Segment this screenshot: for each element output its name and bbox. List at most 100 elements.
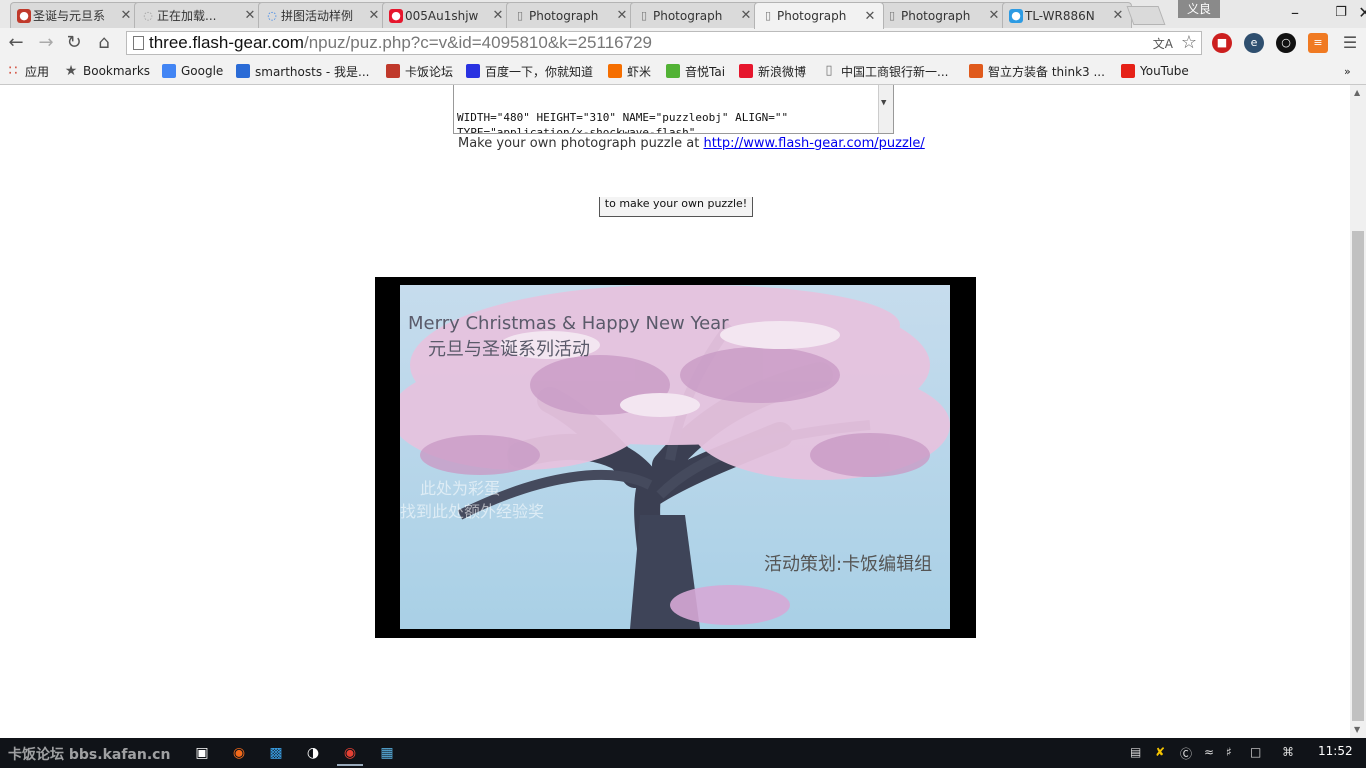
reload-icon[interactable]: ↻ xyxy=(62,31,86,55)
chrome-icon[interactable]: ◉ xyxy=(337,742,363,766)
tray-network-adapter-icon[interactable]: ▤ xyxy=(1130,745,1141,759)
puzzle-image[interactable]: Merry Christmas & Happy New Year 元旦与圣诞系列… xyxy=(400,285,950,629)
scroll-down-icon[interactable]: ▼ xyxy=(881,96,886,111)
media-icon[interactable]: ◑ xyxy=(300,742,326,764)
wifi-icon[interactable]: ≈ xyxy=(1204,745,1214,759)
youtube-icon xyxy=(1121,64,1135,78)
make-puzzle-button[interactable]: to make your own puzzle! xyxy=(599,197,753,217)
extension-ring-icon[interactable]: ○ xyxy=(1276,33,1296,53)
windows-taskbar: 卡饭论坛 bbs.kafan.cn ▣ ◉ ▩ ◑ ◉ ▦ ▤ ✘ Ⓒ ≈ ♯ … xyxy=(0,738,1366,768)
browser-tab[interactable]: ◌ 拼图活动样例 ✕ xyxy=(258,2,388,28)
bookmark-item[interactable]: 百度一下，你就知道 xyxy=(466,62,593,80)
close-tab-icon[interactable]: ✕ xyxy=(491,8,505,23)
tray-e-icon[interactable]: Ⓒ xyxy=(1180,745,1192,762)
back-icon[interactable]: ← xyxy=(4,31,28,55)
bookmark-item[interactable]: ★ Bookmarks xyxy=(64,62,150,80)
page-scrollbar[interactable]: ▲ ▼ xyxy=(1350,85,1366,738)
loading-icon: ◌ xyxy=(143,9,153,22)
browser-tab[interactable]: ◌ 正在加载... ✕ xyxy=(134,2,264,28)
apps-icon: ∷ xyxy=(8,63,18,79)
extension-orange-icon[interactable]: ≡ xyxy=(1308,33,1328,53)
star-icon: ★ xyxy=(64,63,78,79)
address-url[interactable]: three.flash-gear.com/npuz/puz.php?c=v&id… xyxy=(149,33,652,53)
browser-tab[interactable]: ▯ Photograph ✕ xyxy=(754,2,884,29)
google-icon xyxy=(162,64,176,78)
store-icon[interactable]: ▣ xyxy=(189,742,215,764)
close-tab-icon[interactable]: ✕ xyxy=(739,8,753,23)
browser-tab[interactable]: ▯ Photograph ✕ xyxy=(878,2,1008,28)
puzzle-subtitle: 元旦与圣诞系列活动 xyxy=(428,339,590,360)
close-tab-icon[interactable]: ✕ xyxy=(1111,8,1125,23)
close-tab-icon[interactable]: ✕ xyxy=(615,8,629,23)
make-puzzle-line: Make your own photograph puzzle at http:… xyxy=(458,136,925,151)
notification-icon[interactable]: □ xyxy=(1250,745,1261,759)
scroll-up-icon[interactable]: ▲ xyxy=(1354,88,1360,97)
bookmarks-bar: ∷ 应用 ★ Bookmarks Google smarthosts - 我是... 卡饭论… xyxy=(0,58,1366,85)
photos-icon[interactable]: ▩ xyxy=(263,742,289,764)
profile-badge[interactable]: 义良 xyxy=(1178,0,1220,18)
bookmark-item[interactable]: smarthosts - 我是... xyxy=(236,62,370,80)
bookmark-item[interactable]: ∷ 应用 xyxy=(6,62,49,80)
new-tab-button[interactable] xyxy=(1126,6,1166,25)
loading-icon: ◌ xyxy=(267,9,277,22)
address-bar[interactable]: three.flash-gear.com/npuz/puz.php?c=v&id… xyxy=(126,31,1202,55)
firefox-icon[interactable]: ◉ xyxy=(226,742,252,764)
browser-tab[interactable]: ● 005Au1shjw ✕ xyxy=(382,2,512,28)
bookmark-item[interactable]: 音悦Tai xyxy=(666,62,725,80)
bookmark-item[interactable]: YouTube xyxy=(1121,62,1189,80)
browser-tab[interactable]: ▯ Photograph ✕ xyxy=(630,2,760,28)
bookmark-label: YouTube xyxy=(1140,64,1189,78)
translate-icon[interactable]: 文A xyxy=(1153,35,1173,52)
browser-tab[interactable]: ▯ Photograph ✕ xyxy=(506,2,636,28)
ime-icon[interactable]: ⌘ xyxy=(1282,745,1294,759)
forward-icon[interactable]: → xyxy=(34,31,58,55)
bookmark-label: 卡饭论坛 xyxy=(405,64,454,79)
close-tab-icon[interactable]: ✕ xyxy=(863,9,877,24)
close-tab-icon[interactable]: ✕ xyxy=(367,8,381,23)
flash-puzzle[interactable]: Merry Christmas & Happy New Year 元旦与圣诞系列… xyxy=(375,277,976,638)
bookmark-star-icon[interactable]: ☆ xyxy=(1181,32,1197,53)
bookmark-label: 百度一下，你就知道 xyxy=(485,64,594,79)
close-tab-icon[interactable]: ✕ xyxy=(119,8,133,23)
bookmark-item[interactable]: 卡饭论坛 xyxy=(386,62,453,80)
close-tab-icon[interactable]: ✕ xyxy=(987,8,1001,23)
puzzle-hidden-note-1: 此处为彩蛋 xyxy=(420,479,501,498)
tab-strip: ● 圣诞与元旦系 ✕ ◌ 正在加载... ✕ ◌ 拼图活动样例 ✕ ● 005Au1shjw ✕ ▯ Ph… xyxy=(0,0,1366,29)
browser-tab[interactable]: ● 圣诞与元旦系 ✕ xyxy=(10,2,140,28)
bookmark-item[interactable]: Google xyxy=(162,62,223,80)
home-icon[interactable]: ⌂ xyxy=(92,31,116,55)
adblock-icon[interactable]: ■ xyxy=(1212,33,1232,53)
bookmark-item[interactable]: 智立方装备 think3 ... xyxy=(969,62,1105,80)
bookmark-item[interactable]: ▯ 中国工商银行新一... xyxy=(822,62,948,80)
embed-code-textarea[interactable]: WIDTH="480" HEIGHT="310" NAME="puzzleobj… xyxy=(453,85,894,134)
close-window-icon[interactable]: ✕ xyxy=(1320,2,1366,24)
scrollbar-thumb[interactable] xyxy=(1352,231,1364,721)
scroll-down-icon[interactable]: ▼ xyxy=(1354,725,1360,734)
bookmarks-overflow-icon[interactable]: » xyxy=(1344,62,1351,80)
chrome-menu-icon[interactable]: ☰ xyxy=(1338,31,1362,55)
bookmark-item[interactable]: 新浪微博 xyxy=(739,62,806,80)
kafan-icon xyxy=(386,64,400,78)
tray-x-icon[interactable]: ✘ xyxy=(1155,745,1165,759)
make-puzzle-link[interactable]: http://www.flash-gear.com/puzzle/ xyxy=(703,136,924,151)
page-icon: ▯ xyxy=(825,63,833,78)
volume-icon[interactable]: ♯ xyxy=(1226,745,1232,759)
bookmark-item[interactable]: 虾米 xyxy=(608,62,651,80)
page-icon: ▯ xyxy=(640,9,648,22)
extension-e-icon[interactable]: e xyxy=(1244,33,1264,53)
browser-tab[interactable]: ● TL-WR886N ✕ xyxy=(1002,2,1132,28)
tab-title: 正在加载... xyxy=(157,9,217,23)
bookmark-label: smarthosts - 我是... xyxy=(255,64,370,79)
tab-title: TL-WR886N xyxy=(1025,8,1095,23)
minimize-icon[interactable]: – xyxy=(1272,2,1318,24)
clock: 11:52 xyxy=(1318,744,1353,758)
baidu-icon xyxy=(466,64,480,78)
textarea-scrollbar[interactable]: ▼ xyxy=(878,85,893,133)
kafan-watermark: 卡饭论坛 bbs.kafan.cn xyxy=(8,747,171,763)
page-icon: ▯ xyxy=(888,9,896,22)
close-tab-icon[interactable]: ✕ xyxy=(243,8,257,23)
app-window-icon[interactable]: ▦ xyxy=(374,742,400,764)
puzzle-hidden-note-2: 找到此处额外经验奖 xyxy=(400,502,545,521)
page-icon: ▯ xyxy=(516,9,524,22)
code-line: TYPE="application/x-shockwave-flash" xyxy=(457,126,696,134)
